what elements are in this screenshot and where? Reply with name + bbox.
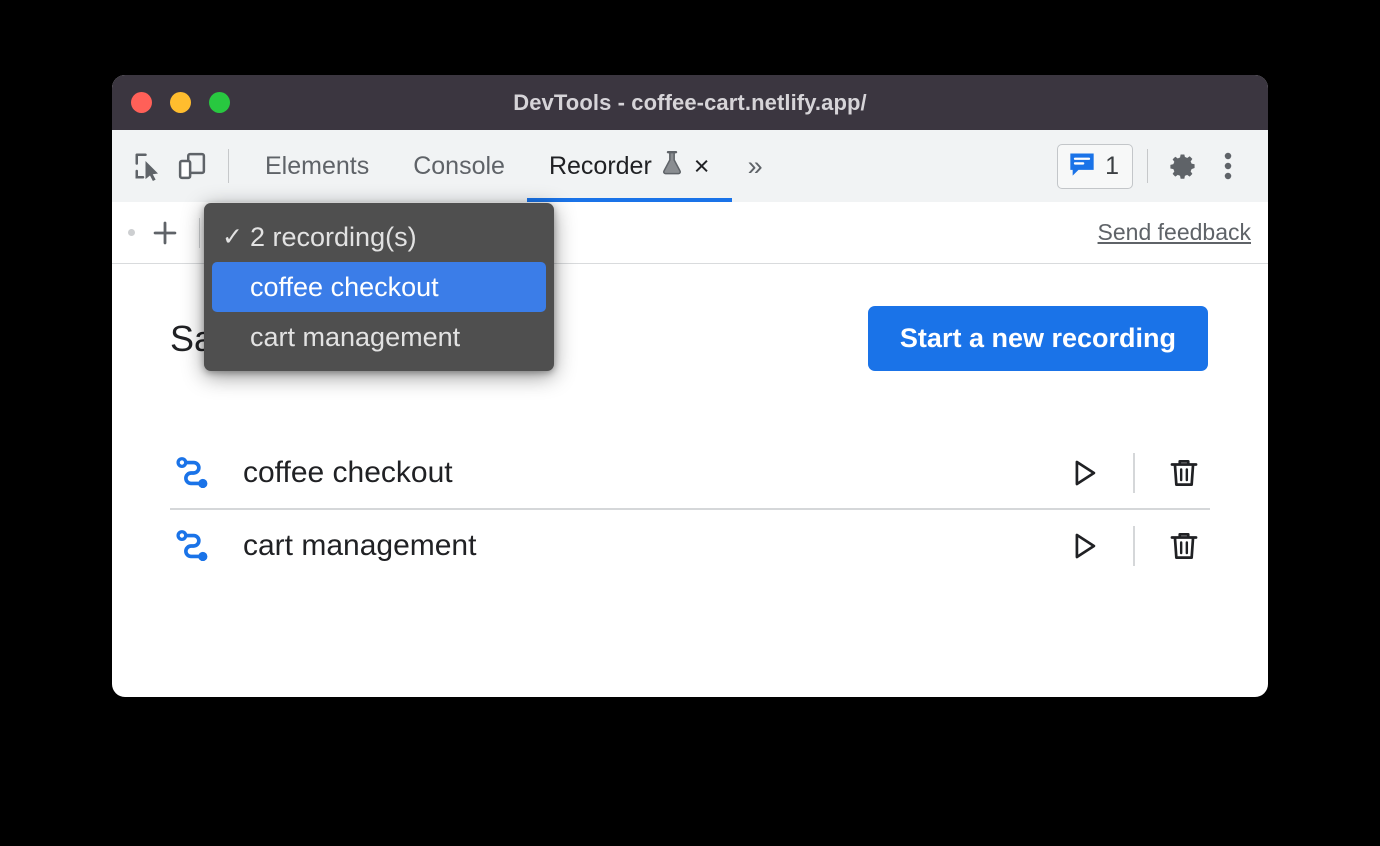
play-icon[interactable] xyxy=(1058,520,1110,572)
panel-tabs: Elements Console Recorder × » xyxy=(243,130,775,202)
maximize-window-button[interactable] xyxy=(209,92,230,113)
recording-name: cart management xyxy=(243,529,477,562)
device-toolbar-icon[interactable] xyxy=(170,144,214,188)
recording-path-icon xyxy=(170,454,216,492)
row-action-divider xyxy=(1133,526,1135,566)
play-icon[interactable] xyxy=(1058,447,1110,499)
tab-console-label: Console xyxy=(413,151,505,180)
minimize-window-button[interactable] xyxy=(170,92,191,113)
dropdown-item-cart-management[interactable]: cart management xyxy=(212,312,546,362)
toolbar-status-dot xyxy=(128,229,135,236)
check-icon: ✓ xyxy=(222,223,243,251)
row-actions xyxy=(1058,520,1210,572)
tab-console[interactable]: Console xyxy=(391,130,527,202)
tab-recorder[interactable]: Recorder × xyxy=(526,130,732,202)
saved-recordings-list: coffee checkout cart management xyxy=(170,438,1210,582)
add-recording-button[interactable] xyxy=(142,211,188,255)
dropdown-item-label: cart management xyxy=(250,321,461,352)
devtools-tabbar: Elements Console Recorder × » 1 xyxy=(112,130,1268,202)
tabbar-divider xyxy=(228,149,229,183)
list-item[interactable]: cart management xyxy=(170,510,1210,582)
tab-elements[interactable]: Elements xyxy=(243,130,391,202)
issues-message-icon xyxy=(1068,151,1096,182)
issues-counter-button[interactable]: 1 xyxy=(1057,143,1133,189)
window-title: DevTools - coffee-cart.netlify.app/ xyxy=(513,89,867,115)
toolbar-divider-1 xyxy=(199,217,200,248)
window-titlebar: DevTools - coffee-cart.netlify.app/ xyxy=(112,75,1268,130)
kebab-menu-icon[interactable] xyxy=(1206,144,1250,188)
issues-count: 1 xyxy=(1105,151,1119,180)
dropdown-item-coffee-checkout[interactable]: coffee checkout xyxy=(212,262,546,312)
inspect-element-icon[interactable] xyxy=(126,144,170,188)
close-window-button[interactable] xyxy=(131,92,152,113)
more-tabs-icon[interactable]: » xyxy=(732,151,775,182)
send-feedback-link[interactable]: Send feedback xyxy=(1098,219,1251,246)
recording-name: coffee checkout xyxy=(243,456,453,489)
start-new-recording-button[interactable]: Start a new recording xyxy=(867,306,1208,371)
dropdown-item-label: 2 recording(s) xyxy=(250,221,417,252)
row-action-divider xyxy=(1133,453,1135,493)
dropdown-item-count[interactable]: ✓ 2 recording(s) xyxy=(212,212,546,262)
trash-icon[interactable] xyxy=(1158,447,1210,499)
experiment-flask-icon xyxy=(661,150,683,183)
tab-elements-label: Elements xyxy=(265,151,370,180)
recording-path-icon xyxy=(170,527,216,565)
dropdown-item-label: coffee checkout xyxy=(250,271,439,302)
list-item[interactable]: coffee checkout xyxy=(170,438,1210,510)
trash-icon[interactable] xyxy=(1158,520,1210,572)
tab-recorder-label: Recorder xyxy=(548,151,652,180)
recordings-dropdown-menu: ✓ 2 recording(s) coffee checkout cart ma… xyxy=(204,203,554,371)
close-recorder-tab-icon[interactable]: × xyxy=(694,152,710,180)
tabbar-right-controls: 1 xyxy=(1057,143,1250,189)
tabbar-right-divider xyxy=(1147,149,1148,183)
row-actions xyxy=(1058,447,1210,499)
devtools-window: DevTools - coffee-cart.netlify.app/ Elem… xyxy=(112,75,1268,697)
traffic-lights xyxy=(131,92,230,113)
gear-icon[interactable] xyxy=(1162,144,1206,188)
